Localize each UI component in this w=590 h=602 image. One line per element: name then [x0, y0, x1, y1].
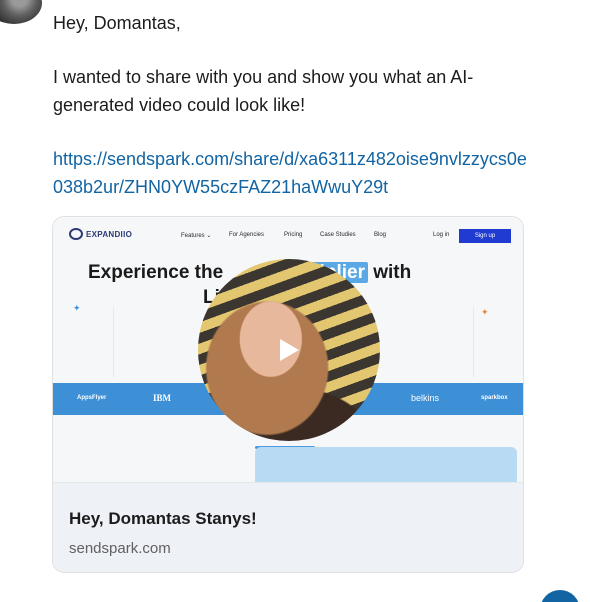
brand-sparkbox: sparkbox — [481, 395, 508, 401]
nav-case-studies: Case Studies — [320, 232, 356, 238]
nav-agencies: For Agencies — [229, 232, 265, 238]
site-logo-text: EXPANDIIO — [86, 229, 133, 239]
floating-action-button[interactable] — [540, 590, 580, 602]
nav-blog: Blog — [374, 232, 387, 238]
message-body: I wanted to share with you and show you … — [53, 67, 474, 115]
play-icon[interactable] — [280, 339, 299, 361]
hero-suffix: with — [373, 262, 412, 283]
site-signup: Sign up — [459, 229, 511, 243]
site-logo: EXPANDIIO — [69, 228, 132, 240]
nav-pricing: Pricing — [284, 232, 303, 238]
brand-appsflyer: AppsFlyer — [77, 395, 107, 401]
link-preview-card[interactable]: EXPANDIIO Features ⌄ For Agencies Pricin… — [52, 216, 524, 573]
grid-line — [113, 307, 114, 377]
hero-prefix: Experience the — [88, 262, 224, 283]
brand-ibm: IBM — [153, 393, 171, 403]
brand-belkins: belkins — [411, 393, 440, 403]
preview-meta[interactable]: Hey, Domantas Stanys! sendspark.com — [53, 482, 523, 572]
nav-features: Features ⌄ — [181, 233, 212, 239]
video-bubble[interactable] — [198, 259, 380, 441]
preview-domain: sendspark.com — [69, 540, 171, 557]
site-navbar: EXPANDIIO Features ⌄ For Agencies Pricin… — [53, 217, 523, 253]
sender-avatar[interactable] — [0, 0, 42, 24]
grid-line — [473, 307, 474, 377]
site-login: Log in — [433, 232, 450, 238]
share-link[interactable]: https://sendspark.com/share/d/xa6311z482… — [53, 145, 533, 201]
preview-title[interactable]: Hey, Domantas Stanys! — [69, 509, 257, 529]
sparkle-icon: ✦ — [481, 307, 489, 317]
site-panel — [255, 447, 517, 482]
preview-thumbnail[interactable]: EXPANDIIO Features ⌄ For Agencies Pricin… — [53, 217, 523, 482]
message-greeting: Hey, Domantas, — [53, 13, 181, 33]
logo-mark-icon — [69, 228, 83, 240]
sparkle-icon: ✦ — [73, 303, 81, 313]
